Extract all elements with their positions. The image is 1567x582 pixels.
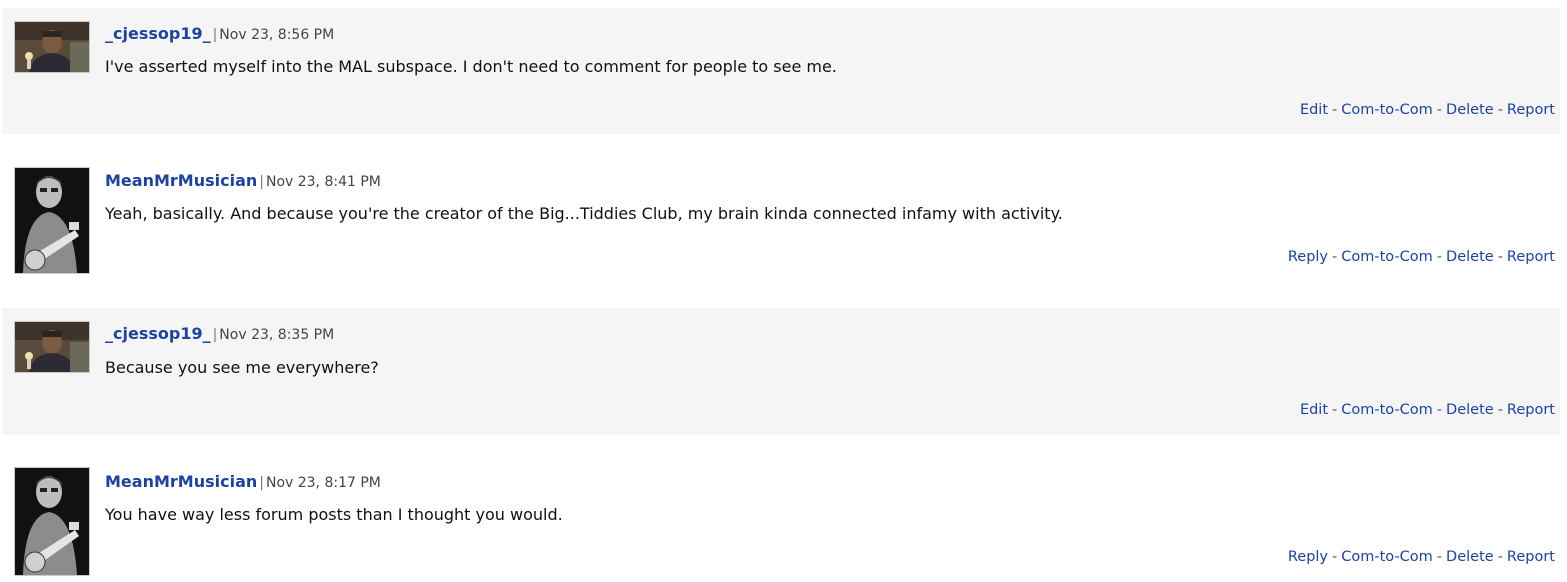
com-to-com-link[interactable]: Com-to-Com [1341, 549, 1433, 565]
comment-meta: MeanMrMusician | Nov 23, 8:41 PM [105, 171, 381, 190]
comment-text: I've asserted myself into the MAL subspa… [105, 57, 837, 76]
delete-link[interactable]: Delete [1446, 249, 1494, 265]
comment-item: MeanMrMusician | Nov 23, 8:17 PM You have … [2, 435, 1560, 582]
action-separator: - [1332, 402, 1338, 418]
action-separator: - [1436, 549, 1443, 565]
delete-link[interactable]: Delete [1446, 102, 1494, 118]
timestamp: Nov 23, 8:56 PM [219, 27, 335, 43]
comment-actions: Reply - Com-to-Com - Delete - Report [1288, 249, 1555, 265]
username-link[interactable]: _cjessop19_ [105, 24, 211, 43]
avatar-photo-icon [15, 322, 89, 372]
action-separator: - [1436, 249, 1443, 265]
reply-link[interactable]: Reply [1288, 249, 1328, 265]
meta-separator: | [259, 174, 264, 190]
reply-link[interactable]: Reply [1288, 549, 1328, 565]
delete-link[interactable]: Delete [1446, 549, 1494, 565]
avatar[interactable] [14, 167, 90, 274]
edit-link[interactable]: Edit [1300, 102, 1328, 118]
delete-link[interactable]: Delete [1446, 402, 1494, 418]
avatar[interactable] [14, 321, 90, 373]
action-separator: - [1497, 549, 1503, 565]
com-to-com-link[interactable]: Com-to-Com [1341, 102, 1433, 118]
comment-text: Because you see me everywhere? [105, 358, 379, 377]
avatar[interactable] [14, 467, 90, 576]
meta-separator: | [212, 327, 218, 343]
avatar[interactable] [14, 21, 90, 73]
edit-link[interactable]: Edit [1300, 402, 1328, 418]
comments-page: _cjessop19_ | Nov 23, 8:56 PM I've asserte… [0, 0, 1567, 582]
com-to-com-link[interactable]: Com-to-Com [1341, 249, 1433, 265]
report-link[interactable]: Report [1507, 249, 1555, 265]
report-link[interactable]: Report [1507, 402, 1555, 418]
timestamp: Nov 23, 8:17 PM [265, 475, 381, 491]
action-separator: - [1332, 549, 1338, 565]
avatar-photo-icon [15, 168, 89, 273]
action-separator: - [1497, 102, 1503, 118]
comment-text: Yeah, basically. And because you're the … [105, 204, 1063, 223]
report-link[interactable]: Report [1507, 102, 1555, 118]
comment-text: You have way less forum posts than I tho… [105, 505, 563, 524]
comment-meta: _cjessop19_ | Nov 23, 8:56 PM [105, 24, 334, 43]
comment-item: MeanMrMusician | Nov 23, 8:41 PM Yeah, bas… [2, 134, 1560, 308]
avatar-photo-icon [15, 468, 89, 575]
action-separator: - [1436, 402, 1443, 418]
report-link[interactable]: Report [1507, 549, 1555, 565]
timestamp: Nov 23, 8:35 PM [219, 327, 335, 343]
meta-separator: | [259, 475, 264, 491]
action-separator: - [1332, 249, 1338, 265]
comment-item: _cjessop19_ | Nov 23, 8:56 PM I've asserte… [2, 8, 1560, 134]
username-link[interactable]: _cjessop19_ [105, 324, 211, 343]
comment-actions: Reply - Com-to-Com - Delete - Report [1288, 549, 1555, 565]
timestamp: Nov 23, 8:41 PM [265, 174, 381, 190]
action-separator: - [1436, 102, 1443, 118]
meta-separator: | [212, 27, 218, 43]
avatar-photo-icon [15, 22, 89, 72]
username-link[interactable]: MeanMrMusician [105, 472, 257, 491]
comment-actions: Edit - Com-to-Com - Delete - Report [1300, 102, 1555, 118]
comment-meta: MeanMrMusician | Nov 23, 8:17 PM [105, 472, 381, 491]
action-separator: - [1497, 249, 1503, 265]
comment-meta: _cjessop19_ | Nov 23, 8:35 PM [105, 324, 334, 343]
action-separator: - [1332, 102, 1338, 118]
username-link[interactable]: MeanMrMusician [105, 171, 257, 190]
action-separator: - [1497, 402, 1503, 418]
comment-actions: Edit - Com-to-Com - Delete - Report [1300, 402, 1555, 418]
comment-item: _cjessop19_ | Nov 23, 8:35 PM Because you … [2, 308, 1560, 435]
com-to-com-link[interactable]: Com-to-Com [1341, 402, 1433, 418]
